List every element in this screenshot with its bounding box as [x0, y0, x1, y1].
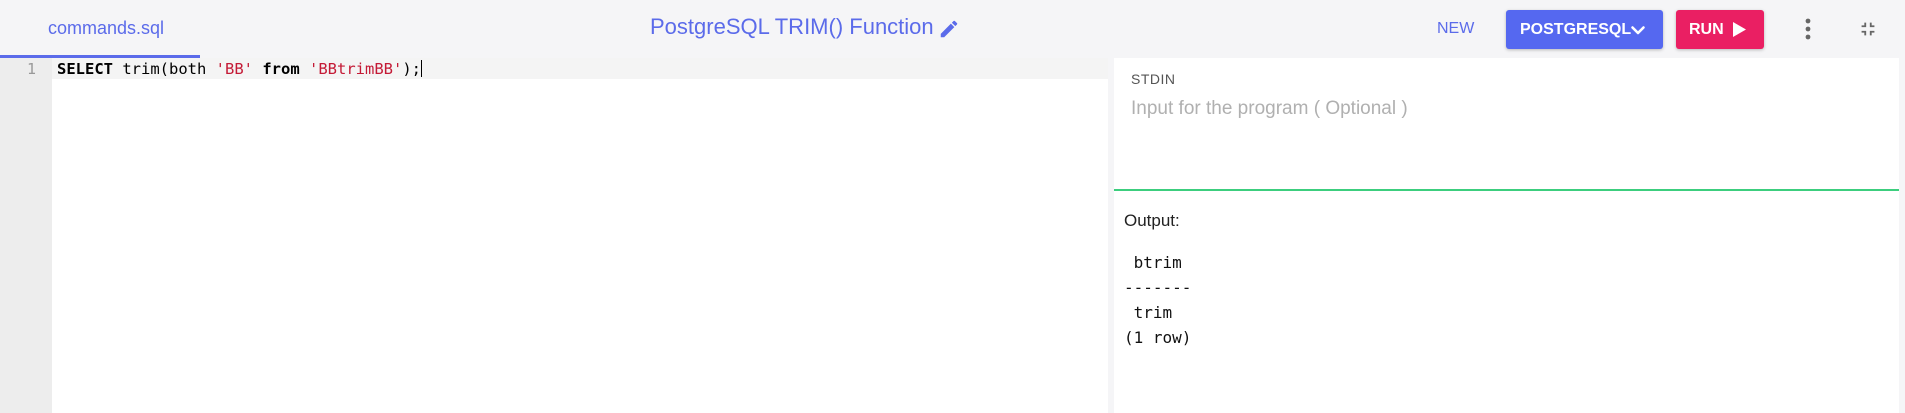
code-line[interactable]: SELECT trim(both 'BB' from 'BBtrimBB');: [57, 60, 422, 78]
io-panel: STDIN Output: btrim ------- trim (1 row): [1114, 58, 1899, 413]
line-number: 1: [26, 60, 36, 78]
string-literal: 'BBtrimBB': [309, 60, 403, 78]
new-button[interactable]: NEW: [1437, 20, 1474, 38]
run-label: RUN: [1689, 21, 1724, 38]
output-text: btrim ------- trim (1 row): [1124, 253, 1192, 347]
output-label: Output:: [1124, 211, 1180, 230]
code-function: trim(both: [113, 60, 216, 78]
kebab-menu-icon[interactable]: [1797, 16, 1819, 42]
code-editor[interactable]: 1 SELECT trim(both 'BB' from 'BBtrimBB')…: [0, 58, 1108, 413]
collapse-icon[interactable]: [1857, 18, 1879, 40]
string-literal: 'BB': [215, 60, 253, 78]
page-title: PostgreSQL TRIM() Function: [650, 14, 934, 39]
pencil-icon[interactable]: [938, 18, 960, 40]
divider: [1114, 189, 1899, 191]
run-button[interactable]: RUN: [1676, 10, 1764, 49]
code-close: );: [402, 60, 421, 78]
chevron-down-icon: [1630, 22, 1646, 38]
stdin-input[interactable]: [1131, 98, 1871, 120]
file-tab-label: commands.sql: [48, 18, 165, 38]
file-tab[interactable]: commands.sql: [0, 0, 200, 58]
play-icon: [1731, 21, 1747, 38]
top-bar: commands.sql PostgreSQL TRIM() Function …: [0, 0, 1905, 58]
language-label: POSTGRESQL: [1520, 21, 1632, 38]
keyword-from: from: [262, 60, 300, 78]
language-select-button[interactable]: POSTGRESQL: [1506, 10, 1663, 49]
text-cursor: [421, 60, 422, 77]
line-gutter: 1: [0, 58, 52, 413]
stdin-label: STDIN: [1131, 71, 1176, 87]
keyword-select: SELECT: [57, 60, 113, 78]
